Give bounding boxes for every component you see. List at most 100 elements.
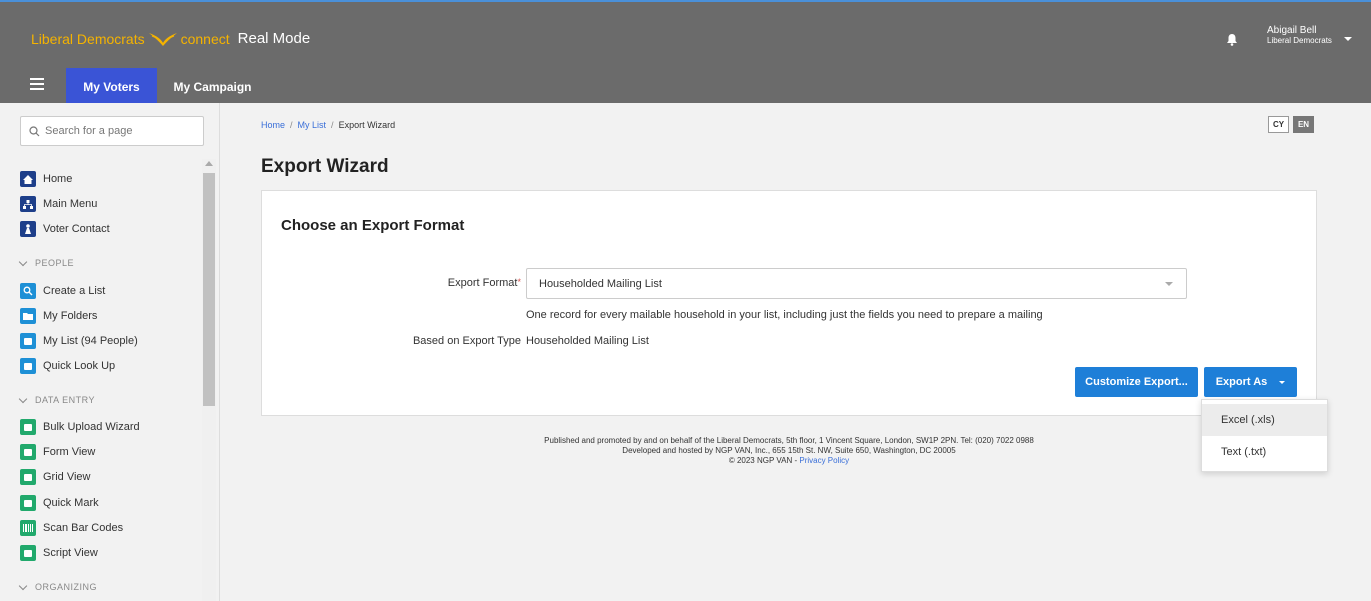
user-menu[interactable]: Abigail Bell Liberal Democrats — [1267, 26, 1332, 46]
footer: Published and promoted by and on behalf … — [261, 436, 1317, 466]
sidebar-item-voter-contact[interactable]: Voter Contact — [20, 221, 110, 237]
sidebar-item-my-folders[interactable]: My Folders — [20, 308, 97, 324]
grid-icon — [20, 469, 36, 485]
section-people[interactable]: PEOPLE — [18, 257, 75, 268]
sidebar-item-label: Create a List — [43, 285, 106, 297]
bird-logo-icon — [148, 32, 177, 46]
sidebar-nav: Home Main Menu Voter Contact PEOPLE Crea… — [0, 159, 200, 601]
sidebar-item-label: Voter Contact — [43, 223, 110, 235]
lookup-icon — [20, 358, 36, 374]
upload-icon — [20, 419, 36, 435]
breadcrumb-separator: / — [290, 120, 293, 130]
sidebar-item-label: Quick Look Up — [43, 360, 116, 372]
breadcrumb-my-list[interactable]: My List — [298, 120, 327, 130]
export-as-label: Export As — [1215, 376, 1268, 388]
footer-line-3: © 2023 NGP VAN - Privacy Policy — [261, 456, 1317, 466]
breadcrumb-home[interactable]: Home — [261, 120, 285, 130]
sidebar-item-label: Script View — [43, 547, 98, 559]
sitemap-icon — [20, 196, 36, 212]
sidebar-item-label: Home — [43, 173, 73, 185]
sidebar-item-label: Main Menu — [43, 198, 98, 210]
select-value: Householded Mailing List — [539, 277, 662, 290]
sidebar-item-label: Form View — [43, 446, 96, 458]
required-marker: * — [517, 277, 521, 287]
search-placeholder: Search for a page — [45, 125, 133, 137]
sidebar: Search for a page Home Main Menu Voter C… — [0, 103, 220, 601]
breadcrumb-separator: / — [331, 120, 334, 130]
chevron-down-icon — [18, 394, 28, 403]
label-text: Export Format — [447, 277, 518, 289]
tab-my-campaign[interactable]: My Campaign — [165, 68, 260, 105]
mode-label: Real Mode — [237, 30, 311, 47]
hamburger-menu-icon[interactable] — [30, 78, 44, 93]
language-cy-button[interactable]: CY — [1268, 116, 1289, 133]
sidebar-item-my-list[interactable]: My List (94 People) — [20, 333, 138, 349]
export-excel-option[interactable]: Excel (.xls) — [1202, 404, 1327, 436]
sidebar-item-main-menu[interactable]: Main Menu — [20, 196, 97, 212]
sidebar-item-grid-view[interactable]: Grid View — [20, 469, 90, 485]
form-icon — [20, 444, 36, 460]
sidebar-item-bulk-upload[interactable]: Bulk Upload Wizard — [20, 419, 140, 435]
sidebar-item-create-list[interactable]: Create a List — [20, 283, 105, 299]
bell-icon[interactable] — [1226, 33, 1238, 46]
section-label: PEOPLE — [35, 258, 75, 268]
sidebar-item-label: Scan Bar Codes — [43, 522, 124, 534]
sidebar-item-label: My List (94 People) — [43, 335, 138, 347]
sidebar-item-quick-mark[interactable]: Quick Mark — [20, 495, 99, 511]
voter-contact-icon — [20, 221, 36, 237]
brand-connect: connect — [180, 30, 230, 47]
export-as-button[interactable]: Export As — [1204, 367, 1297, 397]
sidebar-item-form-view[interactable]: Form View — [20, 444, 95, 460]
export-format-select[interactable]: Householded Mailing List — [526, 268, 1187, 299]
brand-name: Liberal Democrats — [31, 30, 145, 47]
export-format-card: Choose an Export Format Export Format* H… — [261, 190, 1317, 416]
search-list-icon — [20, 283, 36, 299]
sidebar-item-home[interactable]: Home — [20, 171, 72, 187]
breadcrumb: Home / My List / Export Wizard — [261, 120, 395, 130]
sidebar-item-label: Grid View — [43, 471, 91, 483]
copyright: © 2023 NGP VAN - — [728, 456, 800, 465]
sidebar-item-quick-look-up[interactable]: Quick Look Up — [20, 358, 115, 374]
section-label: DATA ENTRY — [35, 395, 96, 405]
search-icon — [29, 125, 40, 136]
footer-line-2: Developed and hosted by NGP VAN, Inc., 6… — [622, 446, 956, 455]
top-bar: Liberal Democrats connect Real Mode Abig… — [0, 0, 1371, 105]
list-icon — [20, 333, 36, 349]
breadcrumb-current: Export Wizard — [338, 120, 396, 130]
caret-down-icon — [1279, 380, 1286, 384]
scroll-up-arrow-icon[interactable] — [205, 161, 213, 166]
customize-export-button[interactable]: Customize Export... — [1075, 367, 1198, 397]
privacy-policy-link[interactable]: Privacy Policy — [799, 456, 849, 465]
chevron-down-icon — [18, 257, 28, 266]
export-format-help: One record for every mailable household … — [526, 309, 1043, 321]
scroll-thumb[interactable] — [203, 173, 215, 406]
user-name: Abigail Bell — [1267, 25, 1317, 36]
tab-my-voters[interactable]: My Voters — [66, 68, 157, 105]
user-menu-caret-icon[interactable] — [1344, 37, 1352, 41]
footer-line-1: Published and promoted by and on behalf … — [544, 436, 1034, 445]
section-data-entry[interactable]: DATA ENTRY — [18, 394, 96, 405]
sidebar-item-script-view[interactable]: Script View — [20, 545, 98, 561]
home-icon — [20, 171, 36, 187]
quick-mark-icon — [20, 495, 36, 511]
section-organizing[interactable]: ORGANIZING — [18, 581, 98, 592]
language-en-button[interactable]: EN — [1293, 116, 1314, 133]
chevron-down-icon — [1165, 282, 1173, 286]
chevron-down-icon — [18, 581, 28, 590]
barcode-icon — [20, 520, 36, 536]
sidebar-item-label: My Folders — [43, 310, 98, 322]
based-on-label: Based on Export Type — [412, 335, 521, 347]
script-icon — [20, 545, 36, 561]
export-format-label: Export Format* — [448, 277, 521, 289]
page-title: Export Wizard — [261, 156, 389, 177]
sidebar-scrollbar[interactable] — [202, 159, 216, 601]
sidebar-item-scan-bar-codes[interactable]: Scan Bar Codes — [20, 520, 123, 536]
search-input[interactable]: Search for a page — [20, 116, 204, 146]
brand-logo[interactable]: Liberal Democrats connect Real Mode — [31, 30, 310, 47]
user-org: Liberal Democrats — [1267, 36, 1332, 45]
sidebar-item-label: Bulk Upload Wizard — [43, 421, 140, 433]
section-label: ORGANIZING — [35, 582, 98, 592]
folder-icon — [20, 308, 36, 324]
sidebar-item-label: Quick Mark — [43, 497, 99, 509]
card-title: Choose an Export Format — [281, 217, 465, 234]
